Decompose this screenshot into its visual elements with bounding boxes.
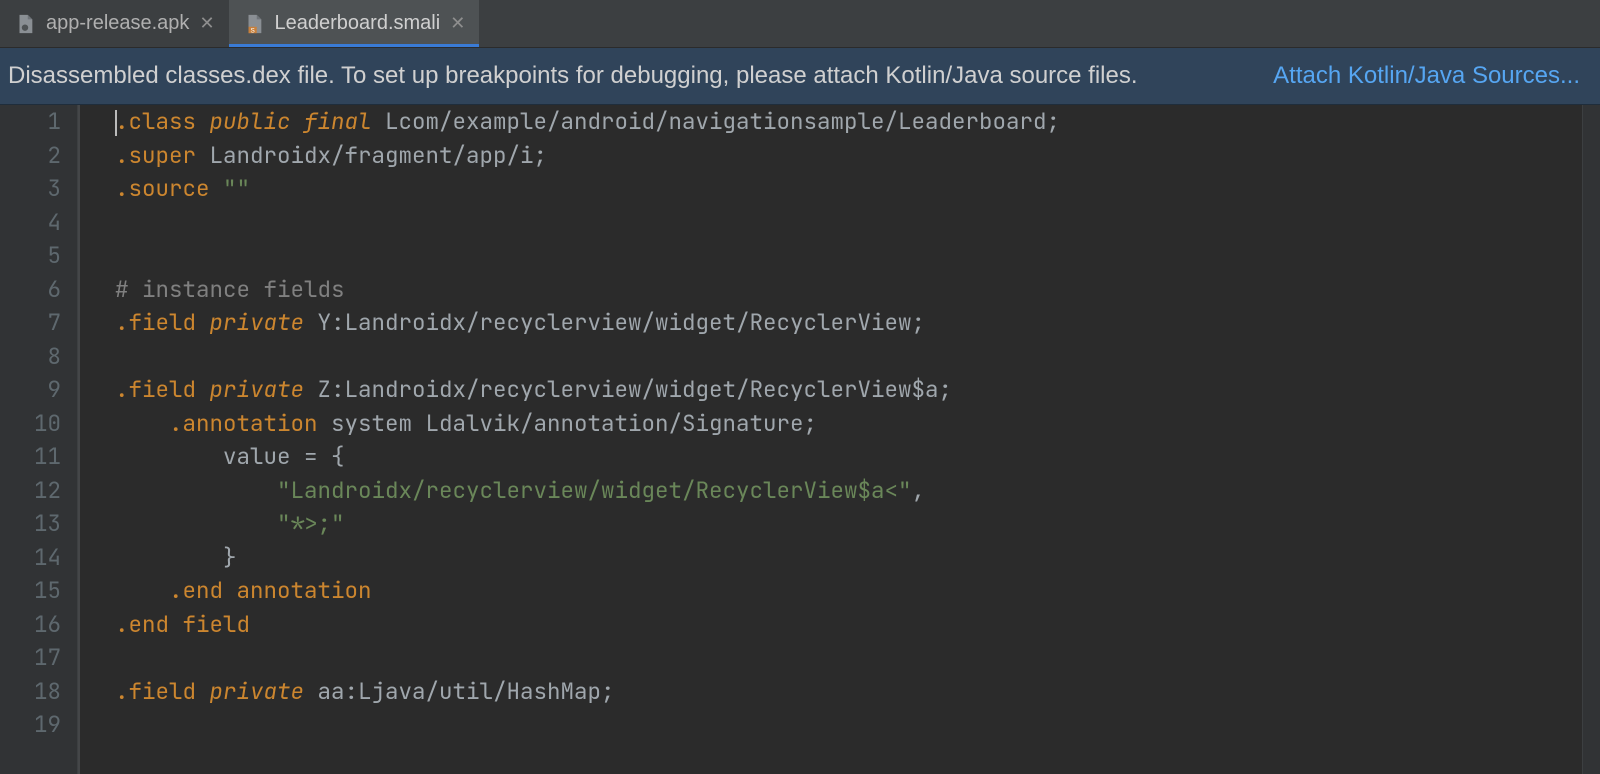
line-number: 14 [0,541,61,575]
line-number: 5 [0,239,61,273]
code-line: .end field [115,608,1582,642]
line-number-gutter: 1 2 3 4 5 6 7 8 9 10 11 12 13 14 15 16 1… [0,105,78,774]
line-number: 3 [0,172,61,206]
close-icon[interactable]: ✕ [199,13,214,34]
svg-text:S: S [250,27,254,34]
line-number: 10 [0,407,61,441]
code-text-area[interactable]: .class public final Lcom/example/android… [78,105,1582,774]
code-line [115,206,1582,240]
code-line: .field private Z:Landroidx/recyclerview/… [115,373,1582,407]
code-editor[interactable]: 1 2 3 4 5 6 7 8 9 10 11 12 13 14 15 16 1… [0,105,1600,774]
line-number: 16 [0,608,61,642]
code-line: .field private Y:Landroidx/recyclerview/… [115,306,1582,340]
tab-label: app-release.apk [46,12,189,35]
code-line: .super Landroidx/fragment/app/i; [115,139,1582,173]
tab-leaderboard-smali[interactable]: S Leaderboard.smali ✕ [229,0,480,47]
line-number: 15 [0,574,61,608]
editor-tab-bar: app-release.apk ✕ S Leaderboard.smali ✕ [0,0,1600,48]
code-line: "*>;" [115,507,1582,541]
line-number: 9 [0,373,61,407]
line-number: 1 [0,105,61,139]
code-line [115,708,1582,742]
line-number: 11 [0,440,61,474]
code-line: .annotation system Ldalvik/annotation/Si… [115,407,1582,441]
code-line [115,641,1582,675]
line-number: 2 [0,139,61,173]
notification-banner: Disassembled classes.dex file. To set up… [0,48,1600,105]
attach-sources-link[interactable]: Attach Kotlin/Java Sources... [1273,62,1580,90]
code-line: "Landroidx/recyclerview/widget/RecyclerV… [115,474,1582,508]
line-number: 13 [0,507,61,541]
line-number: 7 [0,306,61,340]
code-line: # instance fields [115,273,1582,307]
code-line: .end annotation [115,574,1582,608]
code-line [115,239,1582,273]
close-icon[interactable]: ✕ [450,13,465,34]
line-number: 6 [0,273,61,307]
tab-label: Leaderboard.smali [275,12,441,35]
editor-marker-strip[interactable] [1582,105,1600,774]
code-line: .field private aa:Ljava/util/HashMap; [115,675,1582,709]
line-number: 17 [0,641,61,675]
smali-file-icon: S [243,13,265,35]
code-line: .class public final Lcom/example/android… [115,105,1582,139]
banner-message: Disassembled classes.dex file. To set up… [8,62,1138,90]
code-line: } [115,541,1582,575]
apk-file-icon [14,13,36,35]
line-number: 12 [0,474,61,508]
line-number: 8 [0,340,61,374]
code-line: .source "" [115,172,1582,206]
line-number: 19 [0,708,61,742]
code-line: value = { [115,440,1582,474]
code-line [115,340,1582,374]
tab-app-release-apk[interactable]: app-release.apk ✕ [0,0,229,47]
line-number: 4 [0,206,61,240]
line-number: 18 [0,675,61,709]
